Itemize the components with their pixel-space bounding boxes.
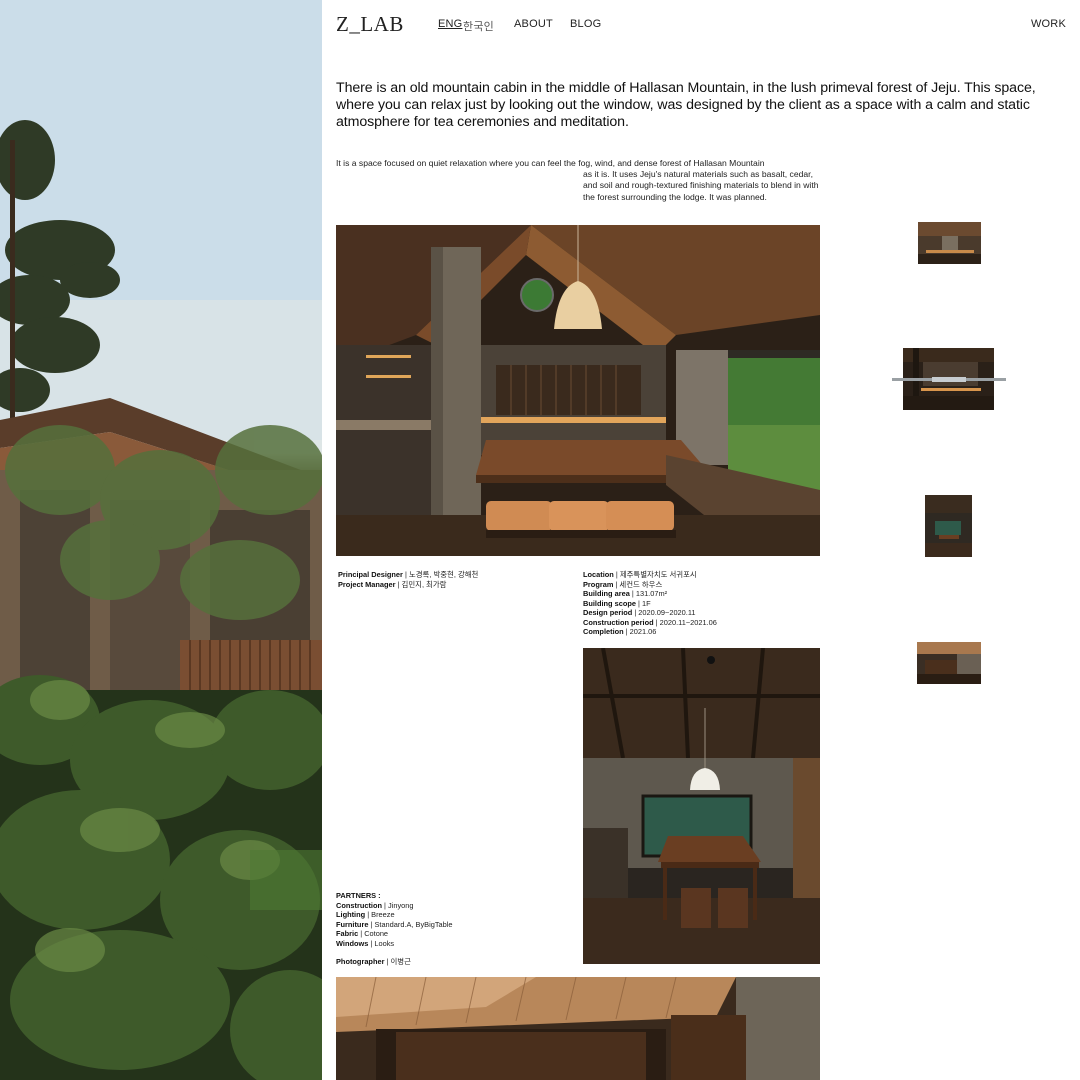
partner-value-lighting: | Breeze — [365, 910, 395, 919]
bottom-room-illustration — [336, 977, 820, 1080]
thumbnail-3[interactable] — [925, 495, 972, 557]
partners-heading: PARTNERS : — [336, 891, 381, 900]
thumbnail-1-image — [918, 222, 981, 264]
credit-value-completion: | 2021.06 — [623, 627, 657, 636]
partner-label-lighting: Lighting — [336, 910, 366, 919]
credits-designers: Principal Designer | 노경록, 박중현, 강해천 Proje… — [338, 570, 568, 589]
partner-label-furniture: Furniture — [336, 919, 369, 929]
nav-about[interactable]: ABOUT — [514, 18, 553, 30]
credit-label-building-area: Building area — [583, 589, 630, 598]
partner-label-windows: Windows — [336, 938, 369, 948]
interior-dining-photo[interactable] — [583, 648, 820, 964]
photographer-value: | 이병근 — [384, 957, 411, 966]
credit-label-principal-designer: Principal Designer — [338, 570, 403, 579]
nav-work[interactable]: WORK — [1031, 18, 1066, 30]
credit-label-design-period: Design period — [583, 608, 633, 617]
partner-label-construction: Construction — [336, 900, 382, 910]
thumbnail-3-image — [925, 495, 972, 557]
nav-lang-eng[interactable]: ENG — [438, 18, 462, 30]
credit-value-location: | 제주특별자치도 서귀포시 — [613, 570, 697, 579]
description-line-2: as it is. It uses Jeju's natural materia… — [583, 169, 819, 202]
nav-blog[interactable]: BLOG — [570, 18, 601, 30]
interior-tea-room-photo[interactable] — [336, 225, 820, 556]
credits-project-info: Location | 제주특별자치도 서귀포시 Program | 세컨드 하우… — [583, 570, 813, 637]
partner-value-fabric: | Cotone — [358, 929, 389, 938]
credit-label-building-scope: Building scope — [583, 598, 636, 608]
thumbnail-4[interactable] — [917, 642, 981, 684]
project-description: It is a space focused on quiet relaxatio… — [336, 158, 826, 203]
credit-label-location: Location — [583, 570, 614, 579]
interior-bottom-photo[interactable] — [336, 977, 820, 1080]
credit-value-building-scope: | 1F — [635, 598, 651, 608]
thumbnail-scroll-knob[interactable] — [932, 377, 966, 382]
hero-exterior-image — [0, 0, 322, 1080]
partner-value-furniture: | Standard.A, ByBigTable — [368, 919, 453, 929]
credit-label-project-manager: Project Manager — [338, 579, 396, 589]
dining-room-illustration — [583, 648, 820, 964]
partner-value-construction: | Jinyong — [381, 900, 414, 910]
credit-label-completion: Completion — [583, 627, 624, 636]
thumbnail-1[interactable] — [918, 222, 981, 264]
partner-value-windows: | Looks — [368, 938, 395, 948]
credit-label-program: Program — [583, 579, 614, 589]
description-line-1: It is a space focused on quiet relaxatio… — [336, 158, 765, 168]
credit-value-building-area: | 131.07m² — [629, 589, 668, 598]
hero-exterior-illustration — [0, 0, 322, 1080]
project-intro: There is an old mountain cabin in the mi… — [336, 80, 1036, 130]
credit-value-principal-designer: | 노경록, 박중현, 강해천 — [402, 570, 479, 579]
site-logo[interactable]: Z_LAB — [336, 12, 404, 37]
thumbnail-scroll-indicator[interactable] — [892, 377, 1006, 382]
nav-lang-kor[interactable]: 한국인 — [463, 18, 494, 34]
partners-list: PARTNERS : Construction | Jinyong Lighti… — [336, 891, 566, 948]
photographer-label: Photographer — [336, 957, 385, 966]
thumbnail-4-image — [917, 642, 981, 684]
photographer-credit: Photographer | 이병근 — [336, 957, 566, 967]
credit-value-design-period: | 2020.09~2020.11 — [632, 608, 696, 617]
partner-label-fabric: Fabric — [336, 929, 359, 938]
tea-room-illustration — [336, 225, 820, 556]
credit-value-program: | 세컨드 하우스 — [613, 579, 663, 589]
credit-value-construction-period: | 2020.11~2021.06 — [653, 617, 717, 627]
credit-value-project-manager: | 김민지, 최가람 — [395, 579, 447, 589]
credit-label-construction-period: Construction period — [583, 617, 654, 627]
